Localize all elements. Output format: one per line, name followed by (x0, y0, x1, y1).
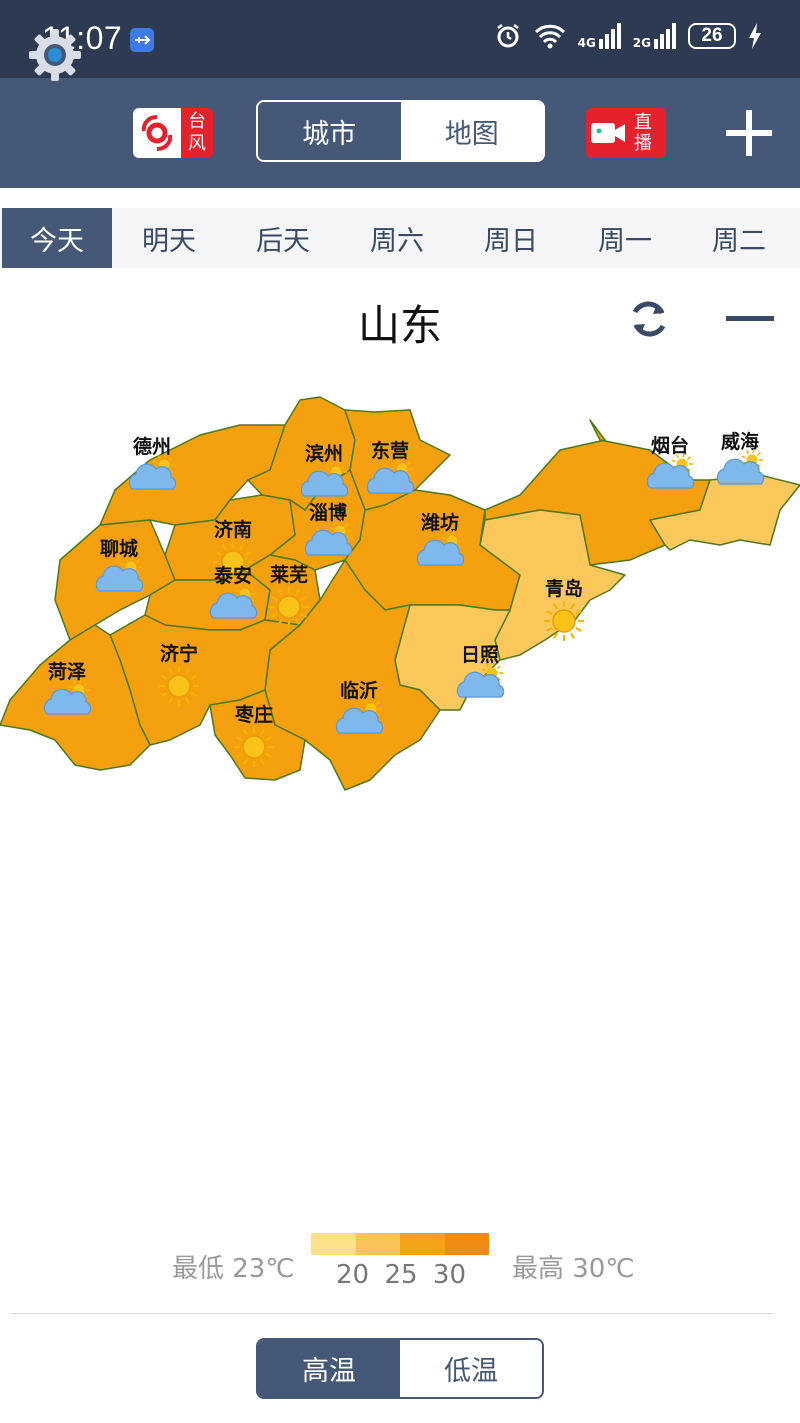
wifi-icon (534, 24, 565, 49)
legend-swatch (444, 1233, 489, 1255)
legend-swatch (400, 1233, 445, 1255)
day-tab[interactable]: 今天 (2, 208, 112, 268)
legend-swatch (311, 1233, 356, 1255)
status-icons: 4G 2G 26 (494, 22, 762, 50)
signal-bars-icon (598, 23, 621, 49)
view-toggle: 城市 地图 (256, 100, 545, 162)
legend-tick: 20 (336, 1260, 370, 1290)
add-icon[interactable] (726, 110, 772, 156)
live-label: 直播 (634, 112, 652, 154)
day-tab[interactable]: 周一 (568, 208, 682, 268)
temperature-toggle: 高温 低温 (256, 1338, 544, 1399)
legend-tick: 30 (432, 1260, 466, 1290)
low-temp-tab[interactable]: 低温 (400, 1340, 542, 1397)
legend-high-label: 最高 30℃ (512, 1254, 635, 1284)
city-name: 莱芜 (270, 563, 308, 586)
typhoon-icon (133, 108, 181, 158)
province-map: 德州 滨州 东营 烟台 威海济南淄博 潍坊聊城泰安 莱芜青岛济宁菏泽日照临沂枣庄 (0, 396, 800, 791)
battery-indicator: 26 (688, 23, 736, 49)
alarm-icon (496, 24, 519, 48)
video-camera-icon (586, 120, 630, 146)
signal-bars-icon (654, 23, 676, 49)
legend-tick: 25 (384, 1260, 418, 1290)
divider (10, 1313, 774, 1314)
day-tab[interactable]: 后天 (226, 208, 340, 268)
province-title: 山东 (357, 301, 442, 350)
day-tab[interactable]: 周日 (454, 208, 568, 268)
usb-icon (130, 28, 154, 52)
day-tab[interactable]: 明天 (112, 208, 226, 268)
gear-icon[interactable] (28, 28, 82, 82)
legend-color-bar (311, 1233, 489, 1255)
signal-4g: 4G (578, 23, 621, 49)
collapse-button[interactable] (726, 316, 774, 321)
typhoon-button[interactable]: 台风 (133, 108, 213, 158)
day-tab[interactable]: 周二 (682, 208, 796, 268)
city-name: 青岛 (545, 577, 583, 600)
high-temp-tab[interactable]: 高温 (258, 1340, 400, 1397)
partly-cloudy-icon (716, 449, 765, 485)
charging-icon (749, 23, 761, 49)
city-marker[interactable]: 威海 (716, 430, 765, 485)
city-name: 枣庄 (234, 703, 273, 726)
signal-2g: 2G (633, 23, 676, 49)
city-name: 济宁 (160, 642, 198, 665)
legend-ticks: 20 25 30 (336, 1260, 466, 1290)
live-button[interactable]: 直播 (586, 108, 666, 158)
status-bar: 11:07 4G 2G 26 (0, 0, 800, 78)
city-view-tab[interactable]: 城市 (258, 102, 401, 160)
typhoon-label: 台风 (181, 108, 213, 158)
map-view-tab[interactable]: 地图 (400, 102, 543, 160)
refresh-icon[interactable] (628, 298, 670, 340)
day-tabs: 今天 明天 后天 周六 周日 周一 周二 (0, 208, 800, 268)
city-name: 济南 (214, 518, 252, 541)
legend-low-label: 最低 23℃ (172, 1254, 295, 1284)
day-tab[interactable]: 周六 (340, 208, 454, 268)
legend-swatch (355, 1233, 400, 1255)
